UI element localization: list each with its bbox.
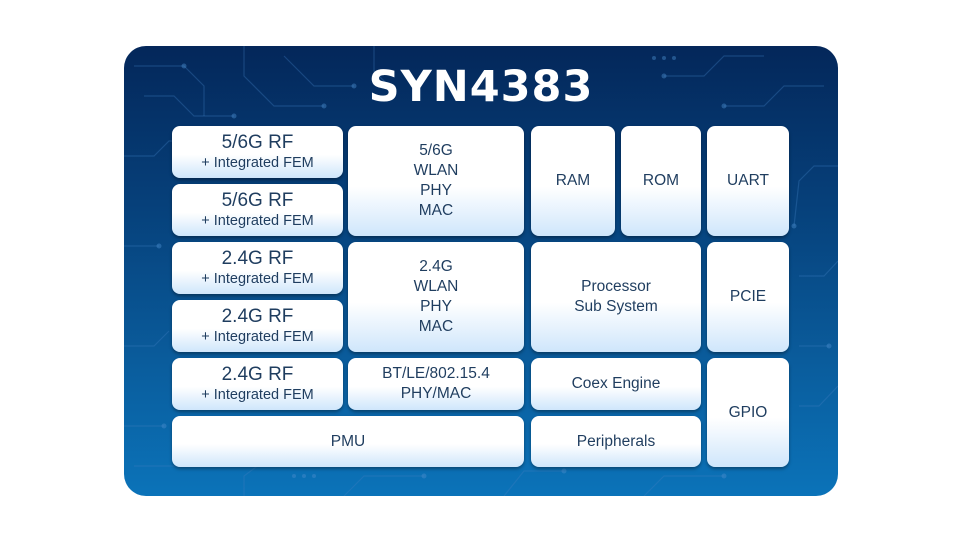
wlan-line: PHY [420,298,452,315]
wlan-line: 2.4G [419,258,453,275]
rf-block-24g-2: 2.4G RF + Integrated FEM [172,300,343,352]
rf-sublabel: + Integrated FEM [201,213,314,229]
wlan-line: WLAN [413,162,459,179]
processor-line: Sub System [574,298,658,315]
peripherals-block: Peripherals [531,416,701,467]
rf-block-24g-1: 2.4G RF + Integrated FEM [172,242,343,294]
pcie-label: PCIE [729,288,767,305]
wlan-line: 5/6G [419,142,453,159]
pmu-label: PMU [330,432,366,450]
gpio-label: GPIO [728,403,768,421]
rom-block: ROM [621,126,701,236]
pcie-block: PCIE [707,242,789,352]
coex-label: Coex Engine [571,375,661,392]
bt-block: BT/LE/802.15.4 PHY/MAC [348,358,524,410]
processor-block: Processor Sub System [531,242,701,352]
wlan-line: MAC [418,318,454,335]
coex-block: Coex Engine [531,358,701,410]
rf-label: 2.4G RF [221,364,294,385]
rf-label: 2.4G RF [221,248,294,269]
peripherals-label: Peripherals [576,432,656,450]
bt-line: PHY/MAC [400,385,472,402]
wlan-line: PHY [420,182,452,199]
rf-block-5g-1: 5/6G RF + Integrated FEM [172,126,343,178]
rf-sublabel: + Integrated FEM [201,329,314,345]
bt-line: BT/LE/802.15.4 [382,365,490,382]
rf-label: 2.4G RF [221,306,294,327]
rf-sublabel: + Integrated FEM [201,271,314,287]
rf-label: 5/6G RF [221,132,294,153]
rf-sublabel: + Integrated FEM [201,155,314,171]
pmu-block: PMU [172,416,524,467]
rf-label: 5/6G RF [221,190,294,211]
gpio-block: GPIO [707,358,789,467]
chip-block-diagram: SYN4383 5/6G RF + Integrated FEM 5/6G RF… [124,46,838,496]
rf-sublabel: + Integrated FEM [201,387,314,403]
uart-block: UART [707,126,789,236]
rf-block-24g-3: 2.4G RF + Integrated FEM [172,358,343,410]
wlan-5g-block: 5/6G WLAN PHY MAC [348,126,524,236]
wlan-24g-block: 2.4G WLAN PHY MAC [348,242,524,352]
wlan-line: MAC [418,202,454,219]
wlan-line: WLAN [413,278,459,295]
uart-label: UART [727,172,769,189]
rf-block-5g-2: 5/6G RF + Integrated FEM [172,184,343,236]
ram-label: RAM [555,172,591,189]
ram-block: RAM [531,126,615,236]
rom-label: ROM [642,172,680,189]
chip-title: SYN4383 [368,62,594,112]
processor-line: Processor [581,278,651,295]
